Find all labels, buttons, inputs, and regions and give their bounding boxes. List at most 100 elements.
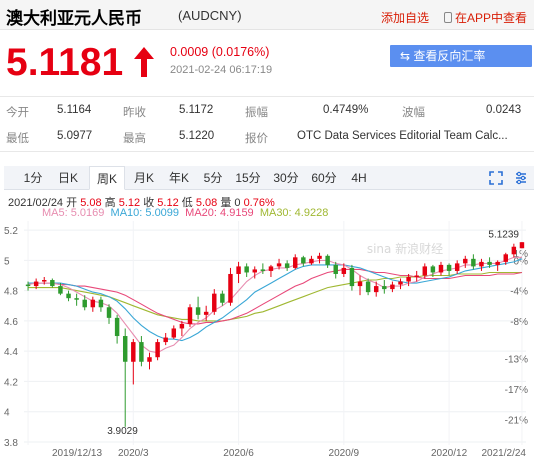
pct-tick-label: 0%: [514, 256, 529, 267]
pct-tick-label: -13%: [505, 355, 528, 366]
candle-body: [236, 266, 241, 274]
price-change: 0.0009 (0.0176%): [170, 45, 270, 59]
candle-body: [244, 266, 249, 273]
y-tick-label: 4.6: [4, 317, 18, 328]
stat-high-value: 5.1220: [179, 130, 215, 142]
candle-body: [131, 342, 136, 362]
y-tick-label: 5: [4, 256, 10, 267]
candle-body: [365, 281, 371, 293]
candle-body: [325, 255, 330, 265]
stat-range: 波幅: [402, 107, 425, 119]
period-tabs: 1分 日K 周K 月K 年K 5分 15分 30分 60分 4H: [4, 166, 534, 190]
candle-body: [82, 299, 87, 308]
phone-icon: [444, 12, 452, 23]
candle-body: [349, 267, 355, 287]
max-price-label: 5.1239: [488, 229, 519, 240]
candle-body: [463, 258, 468, 264]
candle-body: [471, 258, 476, 267]
stats-panel: 今开 5.1164 昨收 5.1172 振幅 0.4749% 波幅 0.0243…: [0, 96, 534, 152]
candle-body: [406, 277, 411, 282]
tab-5min[interactable]: 5分: [200, 166, 226, 190]
header-bar: 澳大利亚元人民币 (AUDCNY) 添加自选 在APP中查看: [0, 0, 534, 30]
candle-body: [25, 284, 31, 287]
candle-body: [147, 357, 152, 362]
ma10-line: [28, 258, 523, 342]
candle-body: [479, 261, 484, 267]
ma30-line: [28, 271, 522, 322]
stat-open: 今开: [6, 107, 29, 119]
quote-time: 2021-02-24 06:17:19: [170, 64, 273, 76]
tab-weekly-k[interactable]: 周K: [89, 166, 125, 190]
tab-1min[interactable]: 1分: [20, 166, 46, 190]
candle-body: [228, 273, 233, 303]
tab-yearly-k[interactable]: 年K: [165, 166, 193, 190]
tab-4h[interactable]: 4H: [346, 166, 372, 190]
y-tick-label: 4: [4, 408, 10, 419]
candle-body: [422, 266, 428, 276]
x-tick-label: 2020/6: [223, 448, 254, 458]
candle-body: [438, 264, 444, 273]
candle-body: [58, 286, 63, 294]
tab-monthly-k[interactable]: 月K: [130, 166, 158, 190]
y-tick-label: 5.2: [4, 226, 18, 237]
y-tick-label: 4.4: [4, 347, 18, 358]
candle-body: [195, 307, 201, 315]
candle-body: [357, 281, 363, 287]
tab-daily-k[interactable]: 日K: [54, 166, 82, 190]
stat-low: 最低: [6, 133, 29, 145]
candle-body: [519, 242, 525, 249]
x-tick-label: 2020/9: [329, 448, 360, 458]
candle-body: [430, 266, 436, 273]
candle-body: [187, 307, 193, 324]
candle-body: [179, 323, 185, 329]
y-tick-label: 4.2: [4, 377, 18, 388]
candle-body: [276, 263, 282, 267]
settings-sliders-icon[interactable]: [514, 171, 528, 185]
stat-low-value: 5.0977: [57, 130, 93, 142]
candle-body: [333, 264, 338, 274]
candle-body: [495, 261, 500, 265]
candle-body: [155, 342, 160, 358]
min-price-label: 3.9029: [107, 426, 138, 437]
candle-body: [382, 286, 387, 290]
tab-15min[interactable]: 15分: [232, 166, 264, 190]
tab-60min[interactable]: 60分: [308, 166, 340, 190]
candle-body: [220, 293, 225, 303]
candle-body: [212, 293, 217, 312]
x-tick-label: 2020/3: [118, 448, 149, 458]
stat-prev-close: 昨收: [123, 107, 146, 119]
kline-chart[interactable]: 5.254.84.64.44.243.81%0%-4%-8%-13%-17%-2…: [0, 215, 534, 458]
reverse-rate-button[interactable]: ⇆ 查看反向汇率: [390, 45, 532, 67]
candle-body: [114, 317, 120, 337]
currency-pair-title: 澳大利亚元人民币: [6, 9, 142, 28]
stat-amplitude: 振幅: [245, 107, 268, 119]
candle-body: [171, 328, 177, 338]
add-watchlist-button[interactable]: 添加自选: [381, 9, 429, 26]
candle-body: [390, 284, 395, 290]
stat-range-value: 0.0243: [486, 104, 522, 116]
pct-tick-label: -21%: [505, 415, 528, 426]
candle-body: [341, 267, 347, 274]
open-in-app-label: 在APP中查看: [455, 11, 528, 25]
candle-body: [284, 263, 290, 268]
candle-body: [446, 264, 452, 271]
candle-body: [511, 246, 517, 255]
reverse-rate-label: 查看反向汇率: [413, 49, 486, 63]
pct-tick-label: -4%: [510, 287, 528, 298]
candle-body: [454, 263, 460, 271]
candle-body: [163, 337, 168, 343]
tab-30min[interactable]: 30分: [270, 166, 302, 190]
open-in-app-button[interactable]: 在APP中查看: [444, 9, 527, 26]
candle-body: [487, 261, 492, 265]
pct-tick-label: -17%: [505, 385, 528, 396]
x-tick-label: 2021/2/24: [482, 448, 527, 458]
candle-body: [301, 257, 306, 264]
watermark: sina 新浪财经: [367, 241, 443, 256]
stat-high: 最高: [123, 133, 146, 145]
candle-body: [317, 255, 322, 259]
candle-body: [268, 266, 274, 271]
fullscreen-icon[interactable]: [489, 171, 503, 185]
candle-body: [106, 307, 112, 318]
stat-open-value: 5.1164: [57, 104, 92, 116]
candle-body: [42, 280, 47, 282]
